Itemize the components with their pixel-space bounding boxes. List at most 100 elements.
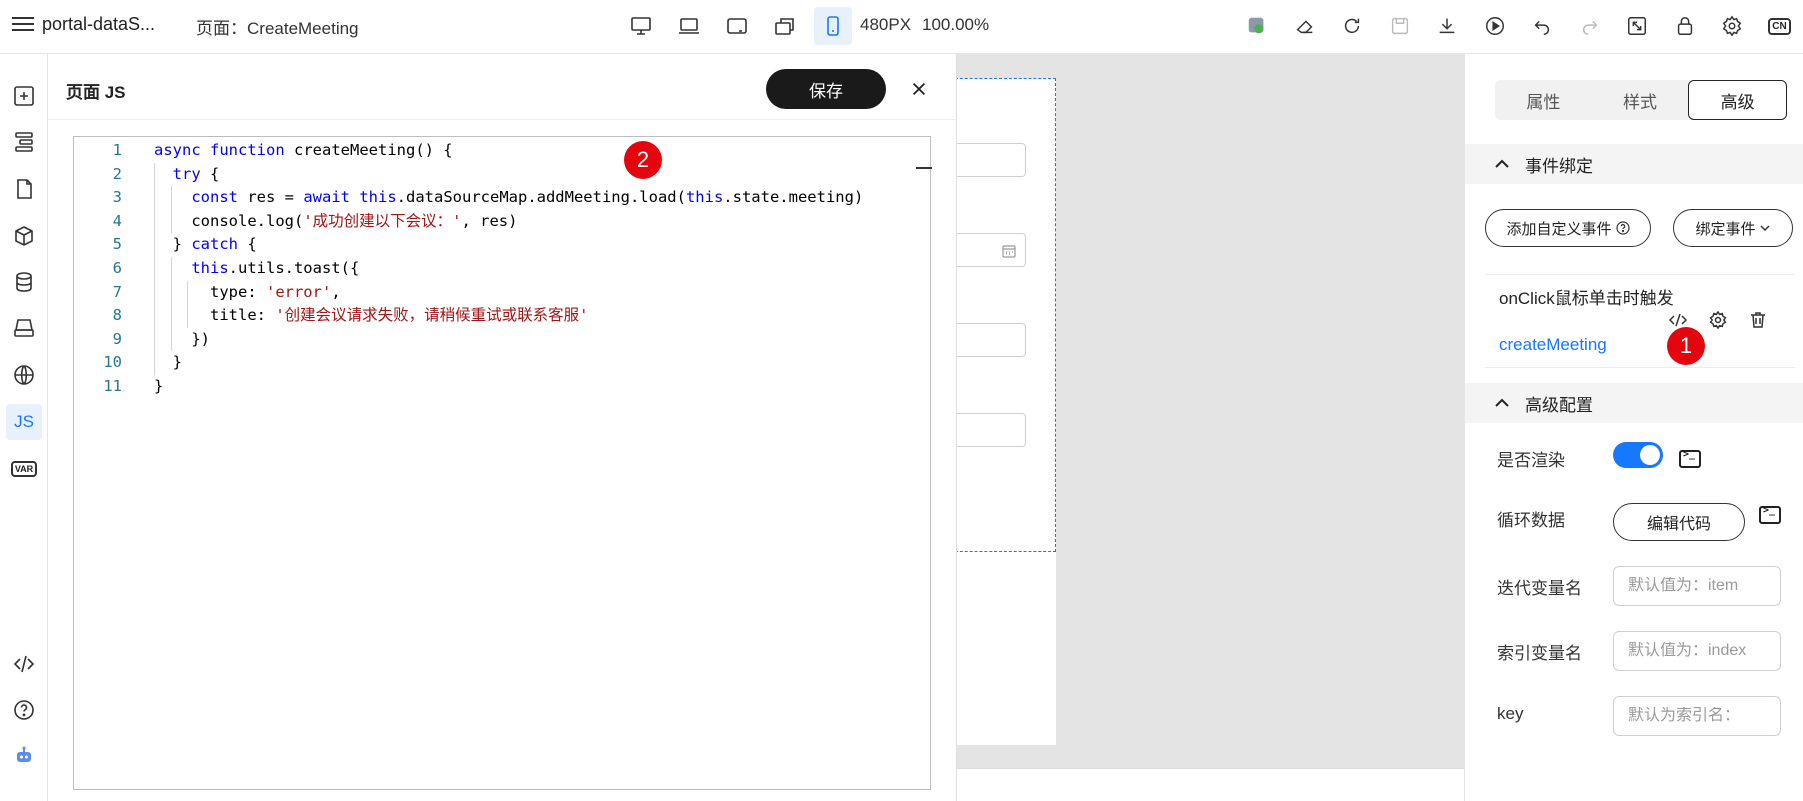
code-editor[interactable]: 1 async function createMeeting() {2 try {… xyxy=(73,136,932,790)
edit-code-button[interactable]: 编辑代码 xyxy=(1613,503,1745,541)
render-toggle[interactable] xyxy=(1613,442,1663,468)
page-file-icon[interactable] xyxy=(6,171,42,207)
refresh-icon[interactable] xyxy=(1335,10,1369,42)
code-line[interactable]: 6 this.utils.toast({ xyxy=(74,257,930,281)
advanced-config-section[interactable]: 高级配置 xyxy=(1465,383,1803,423)
code-text: console.log('成功创建以下会议：', res) xyxy=(154,210,517,234)
desktop-view-icon[interactable] xyxy=(622,7,660,45)
terminal-icon[interactable] xyxy=(1759,505,1781,524)
code-token: title: xyxy=(154,306,276,325)
code-token: '成功创建以下会议：' xyxy=(303,211,462,230)
code-source-icon[interactable] xyxy=(6,646,42,682)
bind-event-button[interactable]: 绑定事件 xyxy=(1673,209,1793,247)
current-page-label[interactable]: 页面：CreateMeeting xyxy=(196,14,359,39)
gear-icon[interactable] xyxy=(1707,309,1729,331)
eraser-icon[interactable] xyxy=(1288,10,1322,42)
canvas-form-input[interactable] xyxy=(950,413,1026,447)
block-cube-icon[interactable] xyxy=(6,218,42,254)
event-binding-section[interactable]: 事件绑定 xyxy=(1465,144,1803,184)
code-line[interactable]: 2 try { xyxy=(74,163,930,187)
help-icon[interactable] xyxy=(6,692,42,728)
code-line[interactable]: 5 } catch { xyxy=(74,233,930,257)
save-button[interactable]: 保存 xyxy=(766,69,886,109)
code-token: { xyxy=(200,164,220,183)
code-line[interactable]: 9 }) xyxy=(74,328,930,352)
code-text: }) xyxy=(154,328,210,352)
globe-icon[interactable] xyxy=(6,357,42,393)
canvas-form-input[interactable] xyxy=(950,323,1026,357)
line-number: 4 xyxy=(112,211,122,230)
iter-var-field[interactable] xyxy=(1628,577,1766,595)
code-token: this xyxy=(685,188,724,207)
robot-assistant-icon[interactable] xyxy=(6,738,42,774)
fullscreen-icon[interactable] xyxy=(1620,10,1654,42)
indent-guide xyxy=(187,280,189,328)
undo-icon[interactable] xyxy=(1525,10,1559,42)
tablet-landscape-icon[interactable] xyxy=(718,7,756,45)
language-switch-icon[interactable]: CN xyxy=(1763,10,1797,42)
redo-icon[interactable] xyxy=(1573,10,1607,42)
tab-styles[interactable]: 样式 xyxy=(1592,80,1689,120)
download-icon[interactable] xyxy=(1430,10,1464,42)
right-settings-panel: 属性 样式 高级 事件绑定 添加自定义事件 绑定事件 onClick鼠标单击时触… xyxy=(1464,54,1803,801)
rotate-view-icon[interactable] xyxy=(766,7,804,45)
code-token: res = xyxy=(238,188,304,207)
code-text: } catch { xyxy=(154,233,257,257)
code-text: this.utils.toast({ xyxy=(154,257,359,281)
canvas-form-input[interactable] xyxy=(950,143,1026,177)
line-number: 1 xyxy=(112,141,122,159)
variables-icon[interactable]: VAR xyxy=(6,451,42,487)
code-line[interactable]: 11} xyxy=(74,375,930,399)
code-token: } xyxy=(154,235,192,254)
mobile-view-icon[interactable] xyxy=(814,7,852,45)
left-sidebar: JS VAR xyxy=(0,54,48,801)
close-icon[interactable] xyxy=(904,74,934,104)
code-token: .dataSourceMap.addMeeting.load( xyxy=(396,188,686,207)
app-title[interactable]: portal-dataS... xyxy=(42,14,155,35)
code-line[interactable]: 8 title: '创建会议请求失败，请稍候重试或联系客服' xyxy=(74,304,930,328)
code-line[interactable]: 10 } xyxy=(74,351,930,375)
key-input[interactable] xyxy=(1613,696,1781,736)
code-token: catch xyxy=(191,235,238,254)
canvas-size[interactable]: 480PX xyxy=(860,15,911,35)
save-disk-icon[interactable] xyxy=(1383,10,1417,42)
play-icon[interactable] xyxy=(1478,10,1512,42)
database-icon[interactable] xyxy=(6,264,42,300)
page-js-icon[interactable]: JS xyxy=(6,404,42,440)
lock-icon[interactable] xyxy=(1668,10,1702,42)
code-line[interactable]: 4 console.log('成功创建以下会议：', res) xyxy=(74,210,930,234)
chevron-up-icon xyxy=(1495,159,1509,168)
code-text: const res = await this.dataSourceMap.add… xyxy=(154,186,863,210)
settings-gear-icon[interactable] xyxy=(1715,10,1749,42)
storage-icon[interactable] xyxy=(6,310,42,346)
zoom-level[interactable]: 100.00% xyxy=(922,15,989,35)
index-var-field[interactable] xyxy=(1628,642,1766,660)
terminal-icon[interactable] xyxy=(1679,449,1701,468)
loop-data-label: 循环数据 xyxy=(1497,511,1565,530)
add-component-icon[interactable] xyxy=(6,78,42,114)
tab-properties[interactable]: 属性 xyxy=(1495,80,1592,120)
preview-image-icon[interactable] xyxy=(1240,10,1274,42)
laptop-view-icon[interactable] xyxy=(670,7,708,45)
outline-tree-icon[interactable] xyxy=(6,124,42,160)
event-binding-item: onClick鼠标单击时触发 createMeeting xyxy=(1485,274,1795,368)
add-custom-event-button[interactable]: 添加自定义事件 xyxy=(1485,209,1651,247)
code-token: const xyxy=(191,188,238,207)
top-toolbar: portal-dataS... 页面：CreateMeeting 480PX 1… xyxy=(0,0,1803,54)
key-field[interactable] xyxy=(1628,707,1766,725)
iter-var-input[interactable] xyxy=(1613,566,1781,606)
code-line[interactable]: 3 const res = await this.dataSourceMap.a… xyxy=(74,186,930,210)
button-label: 绑定事件 xyxy=(1695,220,1756,238)
var-label: VAR xyxy=(10,461,38,477)
code-line[interactable]: 7 type: 'error', xyxy=(74,281,930,305)
event-handler-link[interactable]: createMeeting xyxy=(1499,335,1607,355)
menu-icon[interactable] xyxy=(12,14,34,36)
canvas-date-input[interactable] xyxy=(950,233,1026,267)
code-line[interactable]: 1 async function createMeeting() { xyxy=(74,139,930,163)
index-var-input[interactable] xyxy=(1613,631,1781,671)
js-panel-header: 页面 JS 保存 xyxy=(48,54,957,120)
line-number: 2 xyxy=(112,164,122,183)
delete-trash-icon[interactable] xyxy=(1747,309,1769,331)
tab-advanced[interactable]: 高级 xyxy=(1688,80,1788,120)
